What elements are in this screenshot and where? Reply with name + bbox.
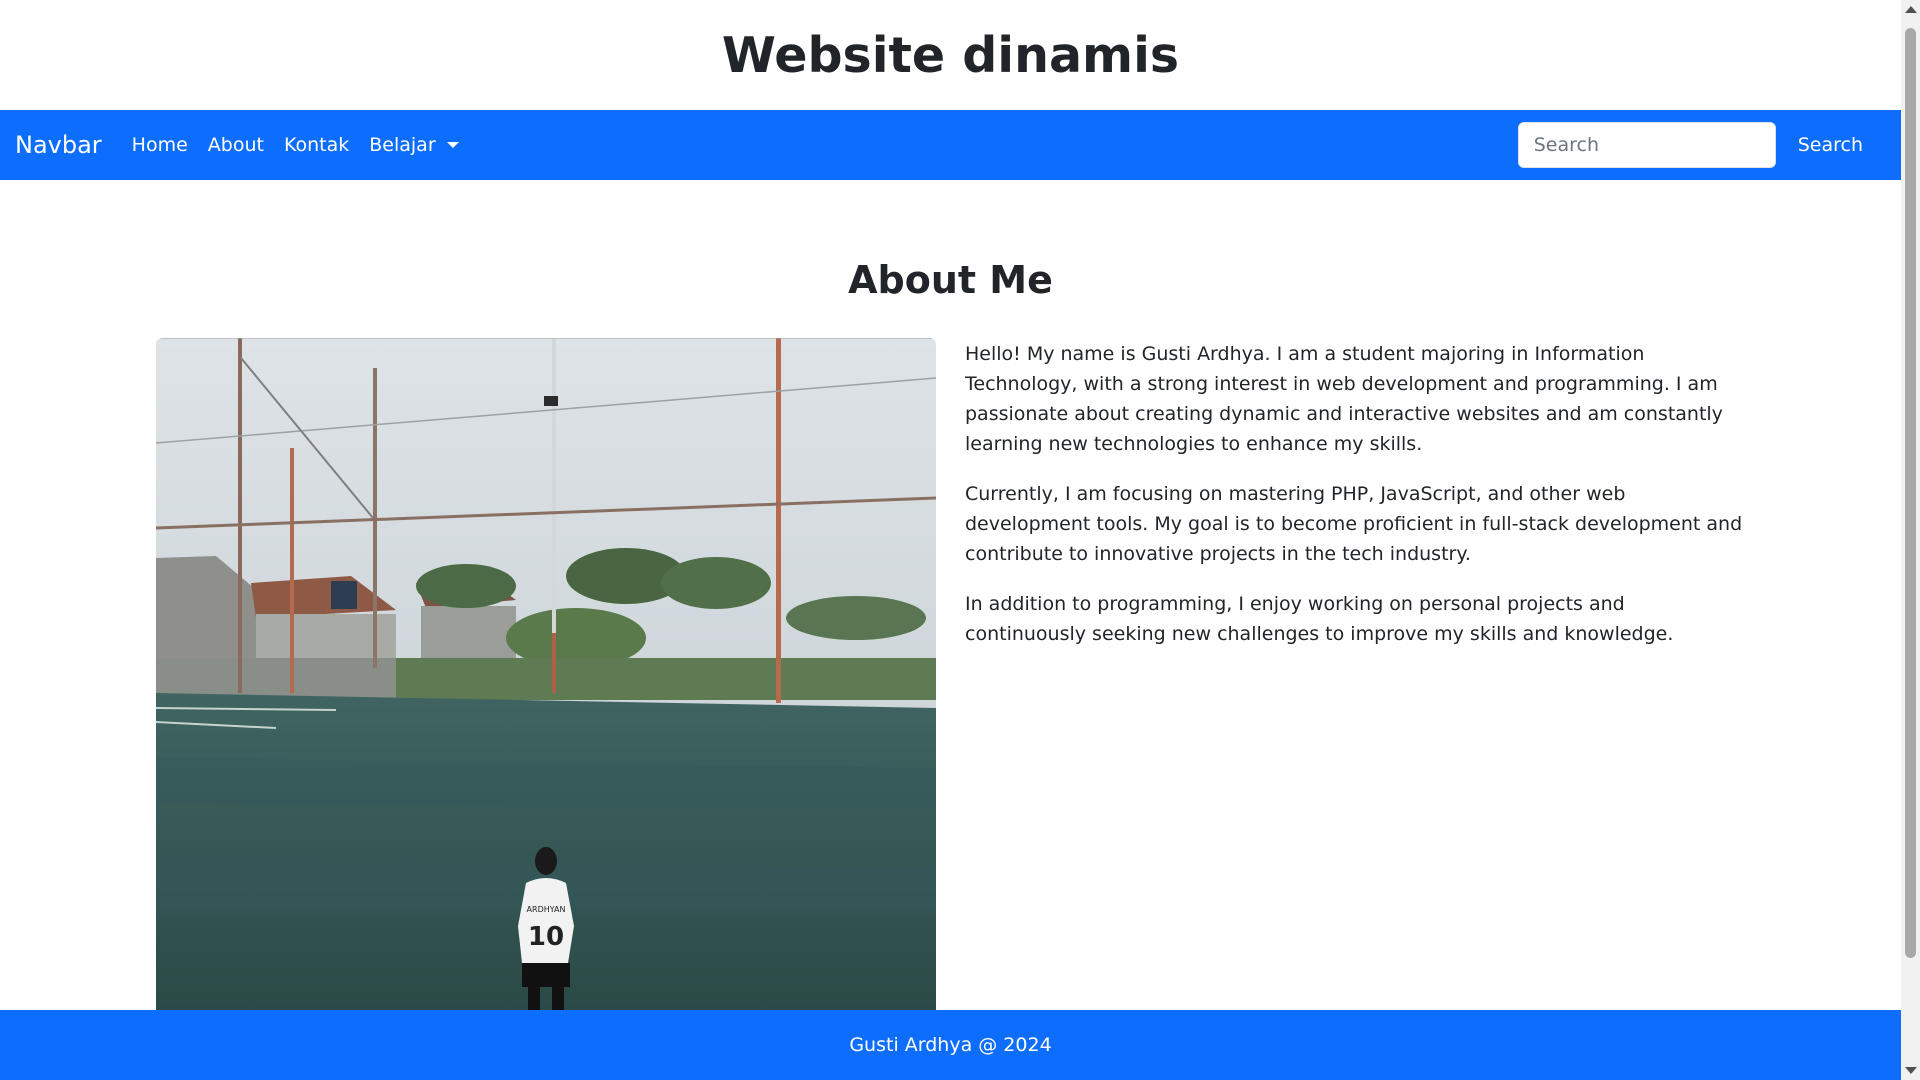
about-paragraph-2: Currently, I am focusing on mastering PH…: [965, 483, 1743, 565]
nav-dropdown-belajar[interactable]: Belajar: [369, 134, 459, 156]
navbar-brand[interactable]: Navbar: [15, 131, 102, 159]
search-form: Search: [1517, 122, 1877, 168]
about-paragraph-1: Hello! My name is Gusti Ardhya. I am a s…: [965, 343, 1723, 455]
vertical-scrollbar[interactable]: [1901, 0, 1920, 1080]
about-text: Hello! My name is Gusti Ardhya. I am a s…: [965, 339, 1745, 669]
photo-illustration: ARDHYAN 10: [156, 338, 936, 1010]
caret-down-icon: [446, 142, 459, 148]
nav-link-home[interactable]: Home: [132, 134, 188, 156]
site-title: Website dinamis: [721, 26, 1180, 84]
nav-links: Home About Kontak Belajar: [132, 134, 459, 156]
search-input[interactable]: [1517, 122, 1776, 168]
site-header: Website dinamis: [0, 0, 1901, 110]
page: Website dinamis Navbar Home About Kontak…: [0, 0, 1901, 1080]
scrollbar-thumb[interactable]: [1905, 28, 1916, 958]
scroll-up-arrow-icon[interactable]: [1905, 6, 1917, 13]
jersey-number: 10: [528, 922, 564, 952]
about-title: About Me: [848, 258, 1053, 302]
jersey-name: ARDHYAN: [527, 905, 566, 914]
footer-text: Gusti Ardhya @ 2024: [849, 1034, 1052, 1056]
nav-link-kontak[interactable]: Kontak: [284, 134, 349, 156]
footer: Gusti Ardhya @ 2024: [0, 1010, 1901, 1080]
about-photo: ARDHYAN 10: [156, 338, 936, 1010]
about-paragraph-3: In addition to programming, I enjoy work…: [965, 593, 1674, 645]
scroll-down-arrow-icon[interactable]: [1905, 1067, 1917, 1074]
nav-dropdown-label: Belajar: [369, 134, 436, 156]
navbar: Navbar Home About Kontak Belajar Search: [0, 110, 1901, 180]
nav-link-about[interactable]: About: [208, 134, 264, 156]
search-button[interactable]: Search: [1784, 122, 1877, 168]
